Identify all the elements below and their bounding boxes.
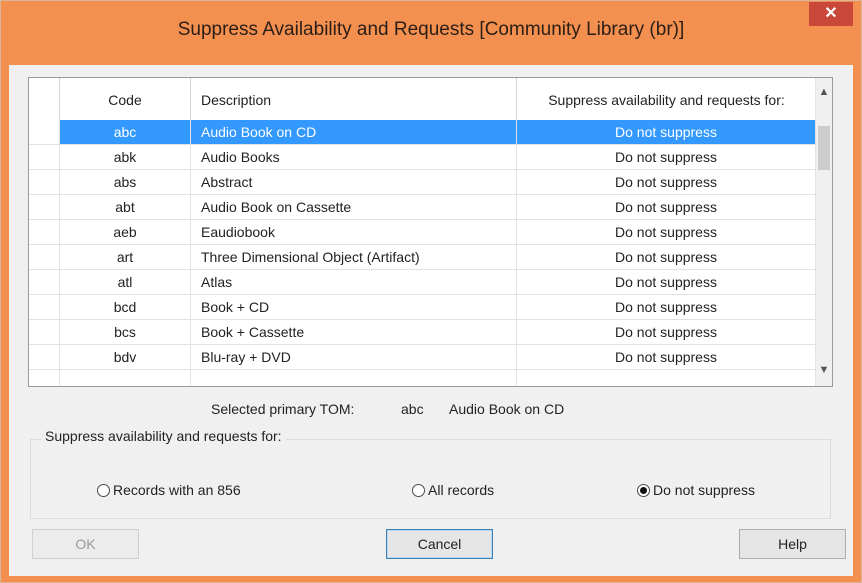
radio-label: All records bbox=[428, 482, 495, 498]
suppress-group-label: Suppress availability and requests for: bbox=[41, 428, 286, 444]
cell-suppress[interactable]: Do not suppress bbox=[517, 320, 816, 345]
scroll-down-icon[interactable]: ▼ bbox=[816, 360, 832, 380]
table-row[interactable]: abk Audio Books Do not suppress bbox=[29, 145, 816, 170]
cell-suppress[interactable] bbox=[517, 370, 816, 386]
cell-suppress[interactable]: Do not suppress bbox=[517, 220, 816, 245]
radio-circle-icon bbox=[412, 483, 425, 497]
cell-code[interactable]: bcd bbox=[60, 295, 191, 320]
header-code[interactable]: Code bbox=[60, 78, 191, 120]
scrollbar-thumb[interactable] bbox=[818, 126, 830, 170]
cell-code[interactable]: abk bbox=[60, 145, 191, 170]
row-selector[interactable] bbox=[29, 320, 60, 345]
tom-table[interactable]: Code Description Suppress availability a… bbox=[28, 77, 833, 387]
selected-tom-description: Audio Book on CD bbox=[449, 401, 565, 417]
radio-circle-icon bbox=[97, 483, 110, 497]
table-row[interactable]: aeb Eaudiobook Do not suppress bbox=[29, 220, 816, 245]
cell-suppress[interactable]: Do not suppress bbox=[517, 295, 816, 320]
row-selector[interactable] bbox=[29, 345, 60, 370]
cell-suppress[interactable]: Do not suppress bbox=[517, 245, 816, 270]
radio-label: Records with an 856 bbox=[113, 482, 241, 498]
dialog-window: Suppress Availability and Requests [Comm… bbox=[0, 0, 862, 583]
cell-code[interactable]: atl bbox=[60, 270, 191, 295]
cell-description[interactable]: Blu-ray + DVD bbox=[191, 345, 517, 370]
vertical-scrollbar[interactable]: ▲ ▼ bbox=[815, 78, 832, 386]
cell-description[interactable]: Book + Cassette bbox=[191, 320, 517, 345]
cell-description[interactable]: Audio Books bbox=[191, 145, 517, 170]
table-row-partial[interactable] bbox=[29, 370, 816, 386]
cell-description[interactable]: Audio Book on Cassette bbox=[191, 195, 517, 220]
table-row[interactable]: abc Audio Book on CD Do not suppress bbox=[29, 120, 816, 145]
cell-description[interactable] bbox=[191, 370, 517, 386]
radio-records-with-856[interactable]: Records with an 856 bbox=[97, 482, 241, 498]
help-button[interactable]: Help bbox=[739, 529, 846, 559]
cell-suppress[interactable]: Do not suppress bbox=[517, 195, 816, 220]
table-header: Code Description Suppress availability a… bbox=[29, 78, 816, 120]
radio-checked-icon bbox=[637, 483, 650, 497]
cell-code[interactable]: aeb bbox=[60, 220, 191, 245]
selected-tom-label: Selected primary TOM: bbox=[211, 401, 355, 417]
window-title: Suppress Availability and Requests [Comm… bbox=[177, 19, 685, 40]
cell-suppress[interactable]: Do not suppress bbox=[517, 345, 816, 370]
header-description[interactable]: Description bbox=[191, 78, 517, 120]
row-selector[interactable] bbox=[29, 120, 60, 145]
cell-code[interactable]: bdv bbox=[60, 345, 191, 370]
table-row[interactable]: atl Atlas Do not suppress bbox=[29, 270, 816, 295]
cell-code[interactable]: art bbox=[60, 245, 191, 270]
row-selector[interactable] bbox=[29, 245, 60, 270]
radio-label: Do not suppress bbox=[653, 482, 755, 498]
row-selector[interactable] bbox=[29, 145, 60, 170]
row-selector[interactable] bbox=[29, 195, 60, 220]
table-row[interactable]: bcd Book + CD Do not suppress bbox=[29, 295, 816, 320]
cell-code[interactable]: abt bbox=[60, 195, 191, 220]
cell-description[interactable]: Audio Book on CD bbox=[191, 120, 517, 145]
selected-tom-code: abc bbox=[401, 401, 424, 417]
table-row[interactable]: bcs Book + Cassette Do not suppress bbox=[29, 320, 816, 345]
row-selector[interactable] bbox=[29, 370, 60, 386]
radio-all-records[interactable]: All records bbox=[412, 482, 494, 498]
cell-code[interactable]: abc bbox=[60, 120, 191, 145]
cancel-button[interactable]: Cancel bbox=[386, 529, 493, 559]
cell-code[interactable] bbox=[60, 370, 191, 386]
cell-suppress[interactable]: Do not suppress bbox=[517, 170, 816, 195]
cell-description[interactable]: Eaudiobook bbox=[191, 220, 517, 245]
row-selector[interactable] bbox=[29, 170, 60, 195]
header-suppress[interactable]: Suppress availability and requests for: bbox=[517, 78, 816, 120]
table-row[interactable]: abs Abstract Do not suppress bbox=[29, 170, 816, 195]
table-row[interactable]: art Three Dimensional Object (Artifact) … bbox=[29, 245, 816, 270]
cell-code[interactable]: abs bbox=[60, 170, 191, 195]
cell-suppress[interactable]: Do not suppress bbox=[517, 145, 816, 170]
row-selector[interactable] bbox=[29, 270, 60, 295]
close-icon: ✕ bbox=[824, 5, 838, 22]
row-selector[interactable] bbox=[29, 220, 60, 245]
row-selector[interactable] bbox=[29, 295, 60, 320]
ok-button[interactable]: OK bbox=[32, 529, 139, 559]
suppress-group: Suppress availability and requests for: … bbox=[30, 428, 831, 519]
cell-suppress[interactable]: Do not suppress bbox=[517, 270, 816, 295]
cell-code[interactable]: bcs bbox=[60, 320, 191, 345]
header-row-selector bbox=[29, 78, 60, 120]
cell-description[interactable]: Three Dimensional Object (Artifact) bbox=[191, 245, 517, 270]
cell-description[interactable]: Book + CD bbox=[191, 295, 517, 320]
dialog-client-area: Code Description Suppress availability a… bbox=[9, 65, 853, 576]
table-row[interactable]: bdv Blu-ray + DVD Do not suppress bbox=[29, 345, 816, 370]
cell-description[interactable]: Abstract bbox=[191, 170, 517, 195]
cell-suppress[interactable]: Do not suppress bbox=[517, 120, 816, 145]
scroll-up-icon[interactable]: ▲ bbox=[816, 82, 832, 102]
close-button[interactable]: ✕ bbox=[809, 2, 853, 26]
title-bar[interactable]: Suppress Availability and Requests [Comm… bbox=[1, 1, 861, 65]
table-row[interactable]: abt Audio Book on Cassette Do not suppre… bbox=[29, 195, 816, 220]
radio-do-not-suppress[interactable]: Do not suppress bbox=[637, 482, 755, 498]
cell-description[interactable]: Atlas bbox=[191, 270, 517, 295]
